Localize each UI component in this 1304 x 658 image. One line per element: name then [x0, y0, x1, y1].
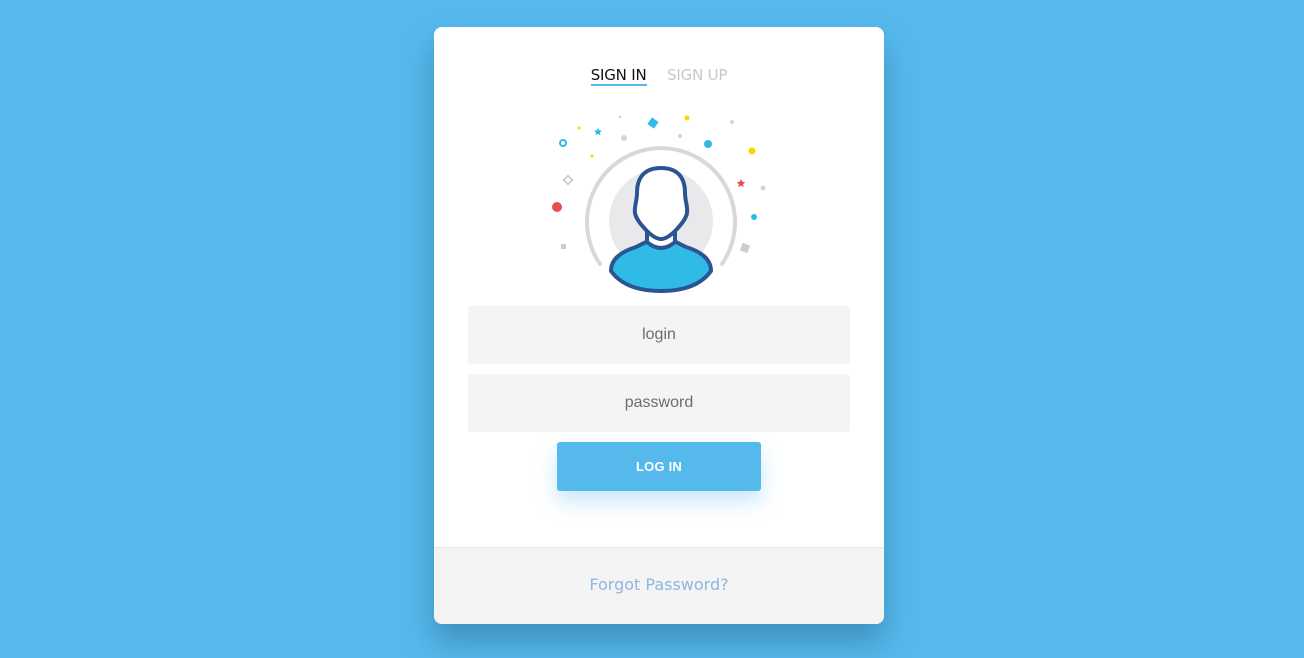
- user-avatar-icon: [552, 115, 766, 293]
- avatar-illustration: [551, 113, 771, 293]
- card-footer: Forgot Password?: [434, 547, 884, 624]
- tab-sign-in[interactable]: SIGN IN: [590, 66, 647, 86]
- login-card: SIGN IN SIGN UP login LOG IN Forgot Pass…: [434, 27, 884, 624]
- auth-tabs: SIGN IN SIGN UP: [434, 66, 884, 86]
- tab-sign-up[interactable]: SIGN UP: [667, 66, 727, 86]
- log-in-button[interactable]: LOG IN: [557, 442, 761, 491]
- password-input[interactable]: [468, 374, 850, 432]
- forgot-password-link[interactable]: Forgot Password?: [589, 575, 728, 594]
- login-input[interactable]: [468, 306, 850, 364]
